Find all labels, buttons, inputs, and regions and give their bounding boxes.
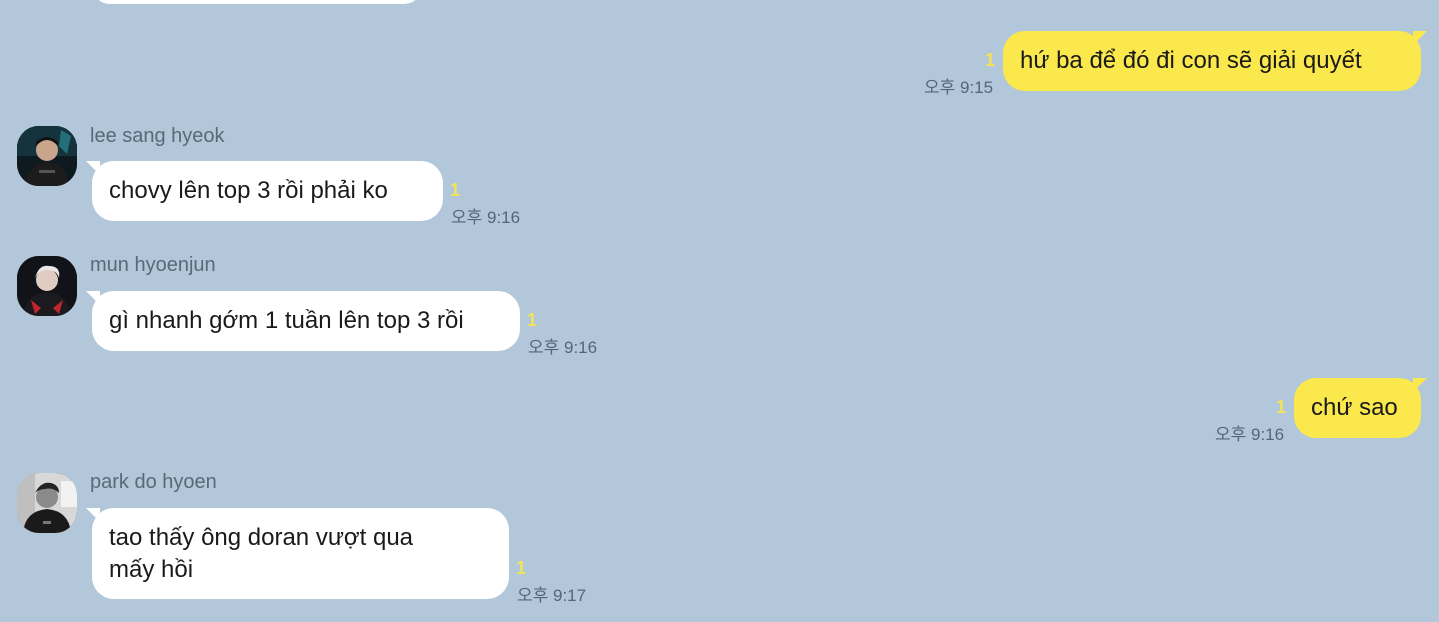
message-time: 오후 9:16 bbox=[451, 208, 521, 227]
message-text: chứ sao bbox=[1311, 394, 1398, 421]
incoming-message-bubble[interactable]: gì nhanh gớm 1 tuần lên top 3 rồi bbox=[86, 291, 520, 351]
sender-name: lee sang hyeok bbox=[90, 125, 225, 147]
profile-photo-icon bbox=[17, 473, 77, 533]
incoming-message-bubble[interactable]: chovy lên top 3 rồi phải ko bbox=[86, 161, 443, 221]
avatar[interactable] bbox=[17, 256, 77, 316]
outgoing-message-bubble[interactable]: hứ ba để đó đi con sẽ giải quyết bbox=[1003, 31, 1427, 91]
sender-name: mun hyoenjun bbox=[90, 254, 216, 276]
message-time: 오후 9:15 bbox=[924, 78, 994, 97]
unread-count: 1 bbox=[1276, 397, 1287, 417]
message-time: 오후 9:16 bbox=[528, 338, 598, 357]
message-text: chovy lên top 3 rồi phải ko bbox=[109, 177, 388, 204]
message-time: 오후 9:17 bbox=[517, 586, 587, 605]
unread-count: 1 bbox=[516, 558, 527, 578]
incoming-message-bubble[interactable]: tao thấy ông doran vượt qua mấy hồi bbox=[86, 508, 509, 599]
sender-name: park do hyoen bbox=[90, 471, 217, 493]
message-text: gì nhanh gớm 1 tuần lên top 3 rồi bbox=[109, 307, 464, 334]
profile-photo-icon bbox=[17, 256, 77, 316]
chat-message-list[interactable]: hứ ba để đó đi con sẽ giải quyết 1 오후 9:… bbox=[0, 0, 1439, 622]
profile-photo-icon bbox=[17, 126, 77, 186]
avatar[interactable] bbox=[17, 126, 77, 186]
avatar[interactable] bbox=[17, 473, 77, 533]
unread-count: 1 bbox=[527, 310, 538, 330]
message-bubble-partial[interactable] bbox=[92, 0, 422, 4]
message-text: hứ ba để đó đi con sẽ giải quyết bbox=[1020, 47, 1362, 74]
message-time: 오후 9:16 bbox=[1215, 425, 1285, 444]
message-text-line: mấy hồi bbox=[109, 556, 194, 583]
unread-count: 1 bbox=[985, 50, 996, 70]
message-text-line: tao thấy ông doran vượt qua bbox=[109, 524, 414, 551]
unread-count: 1 bbox=[450, 180, 461, 200]
outgoing-message-bubble[interactable]: chứ sao bbox=[1294, 378, 1427, 438]
